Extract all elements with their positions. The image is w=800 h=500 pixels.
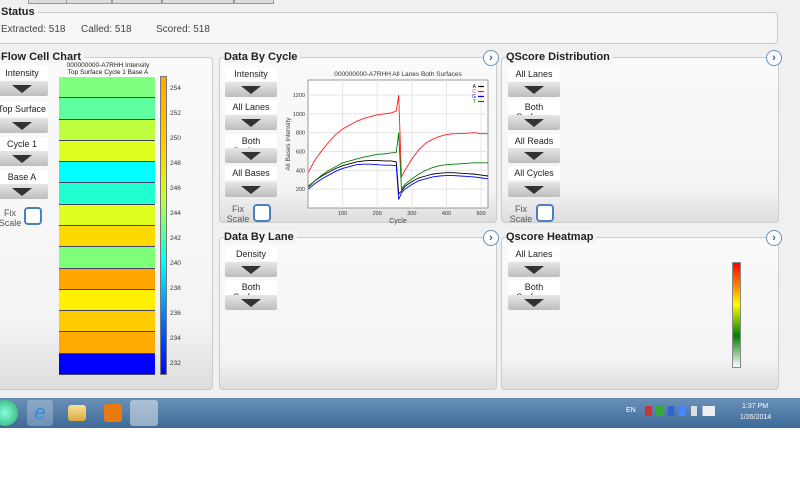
panel-title: Qscore Heatmap: [506, 231, 597, 243]
next-arrow-button[interactable]: ›: [766, 50, 782, 66]
lane-dropdown[interactable]: [508, 82, 560, 97]
read-label: All Reads: [508, 134, 560, 148]
metric-dropdown[interactable]: [225, 262, 277, 277]
surface-dropdown[interactable]: [225, 295, 277, 310]
y-tick-label: 400: [296, 168, 305, 174]
chart-title: 000000000-A7RHH All Lanes Both Surfaces: [334, 71, 462, 78]
language-indicator[interactable]: EN: [626, 407, 636, 414]
panel-title: Data By Lane: [224, 231, 297, 243]
surface-dropdown[interactable]: [508, 295, 560, 310]
y-axis-label: All Bases Intensity: [285, 117, 292, 171]
lane-dropdown[interactable]: [508, 262, 560, 277]
x-axis-label: Cycle: [389, 218, 407, 225]
x-tick-label: 500: [476, 211, 485, 217]
read-dropdown[interactable]: [508, 148, 560, 163]
fix-scale-checkbox[interactable]: [536, 204, 554, 222]
heatmap-color-scale: [732, 262, 741, 368]
y-tick-label: 800: [296, 131, 305, 137]
start-button[interactable]: [0, 400, 18, 426]
taskbar: e EN 1:37 PM 1/26/2014: [0, 398, 800, 428]
outlook-icon[interactable]: [104, 404, 122, 422]
metric-label: Density: [225, 247, 277, 261]
cycle-dropdown[interactable]: [508, 182, 560, 197]
system-tray-icons[interactable]: [645, 406, 715, 416]
lane-label: All Lanes: [508, 247, 560, 261]
cycle-label: All Cycles: [508, 166, 560, 180]
fix-scale-label: Fix Scale: [509, 204, 533, 224]
application-window: Status Extracted: 518 Called: 518 Scored…: [0, 0, 800, 398]
next-arrow-button[interactable]: ›: [483, 230, 499, 246]
clock-time[interactable]: 1:37 PM: [742, 403, 768, 410]
panel-title: QScore Distribution: [506, 51, 613, 63]
next-arrow-button[interactable]: ›: [766, 230, 782, 246]
x-tick-label: 200: [373, 211, 382, 217]
x-tick-label: 400: [442, 211, 451, 217]
y-tick-label: 1200: [293, 93, 305, 99]
sequencing-analysis-viewer-icon[interactable]: [130, 400, 158, 426]
x-tick-label: 300: [407, 211, 416, 217]
file-explorer-icon[interactable]: [68, 405, 86, 421]
y-tick-label: 600: [296, 150, 305, 156]
legend-label: T: [473, 99, 476, 105]
y-tick-label: 1000: [293, 112, 305, 118]
internet-explorer-icon[interactable]: e: [27, 400, 53, 426]
clock-date[interactable]: 1/26/2014: [740, 414, 771, 421]
x-tick-label: 100: [338, 211, 347, 217]
y-tick-label: 200: [296, 187, 305, 193]
surface-dropdown[interactable]: [508, 115, 560, 130]
lane-label: All Lanes: [508, 67, 560, 81]
